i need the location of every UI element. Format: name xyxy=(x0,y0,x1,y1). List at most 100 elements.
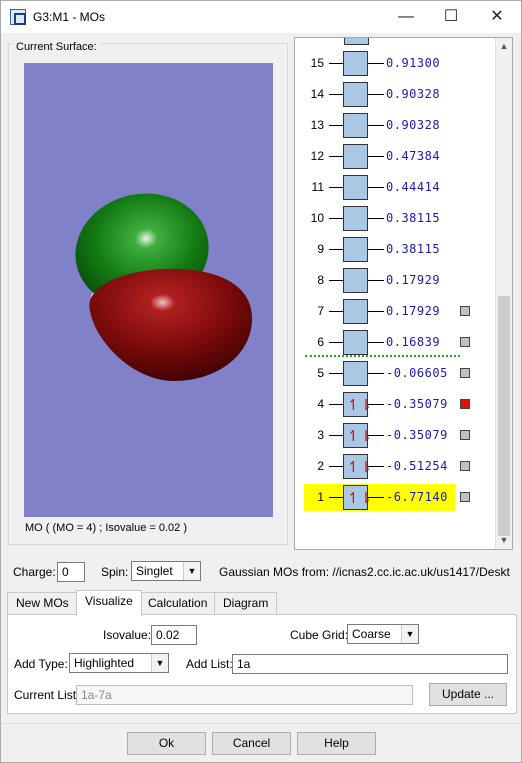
level-line xyxy=(329,280,343,281)
level-line xyxy=(329,466,343,467)
mo-level-box[interactable] xyxy=(343,82,368,107)
tab-calculation[interactable]: Calculation xyxy=(139,592,217,614)
mo-energy: -0.51254 xyxy=(386,459,448,473)
level-line xyxy=(368,156,384,157)
level-line xyxy=(329,94,343,95)
mo-energy: 0.38115 xyxy=(386,211,441,225)
mo-row[interactable]: 13 0.90328 xyxy=(300,113,490,139)
mo-row[interactable]: 10 0.38115 xyxy=(300,206,490,232)
mo-level-box[interactable]: ↿⇂ xyxy=(343,392,372,417)
level-line xyxy=(368,125,384,126)
add-type-label: Add Type: xyxy=(14,657,68,671)
mo-level-box[interactable] xyxy=(343,206,368,231)
level-line xyxy=(368,280,384,281)
update-button[interactable]: Update ... xyxy=(429,683,507,706)
mo-select-checkbox[interactable] xyxy=(460,368,470,378)
level-line xyxy=(368,187,384,188)
mo-row[interactable]: 5 -0.06605 xyxy=(300,361,490,387)
electron-pair-icon: ↿⇂ xyxy=(347,427,373,445)
current-list-field[interactable]: 1a-7a xyxy=(76,685,413,705)
mo-select-checkbox[interactable] xyxy=(460,306,470,316)
mo-level-box[interactable] xyxy=(343,268,368,293)
scroll-up-arrow-icon[interactable]: ▲ xyxy=(496,38,512,55)
mo-number: 9 xyxy=(317,242,324,256)
mo-row[interactable]: 14 0.90328 xyxy=(300,82,490,108)
ok-button[interactable]: Ok xyxy=(127,732,206,755)
mo-level-box[interactable] xyxy=(343,237,368,262)
mo-energy: -6.77140 xyxy=(386,490,448,504)
level-line xyxy=(368,435,384,436)
window-title: G3:M1 - MOs xyxy=(33,10,106,24)
mo-select-checkbox[interactable] xyxy=(460,461,470,471)
mo-level-box[interactable] xyxy=(344,38,369,45)
mo-row[interactable]: 4 ↿⇂ -0.35079 xyxy=(300,392,490,418)
negative-lobe xyxy=(89,268,253,381)
mo-level-box[interactable] xyxy=(343,299,368,324)
level-line xyxy=(329,125,343,126)
mo-level-box[interactable] xyxy=(343,175,368,200)
mo-number: 5 xyxy=(317,366,324,380)
electron-pair-icon: ↿⇂ xyxy=(347,458,373,476)
cancel-button[interactable]: Cancel xyxy=(212,732,291,755)
close-button[interactable]: ✕ xyxy=(474,1,520,33)
mo-row[interactable]: 2 ↿⇂ -0.51254 xyxy=(300,454,490,480)
mo-energy: 0.17929 xyxy=(386,304,441,318)
mo-select-checkbox[interactable] xyxy=(460,430,470,440)
mo-row[interactable]: 6 0.16839 xyxy=(300,330,490,356)
mo-select-checkbox[interactable] xyxy=(460,492,470,502)
scroll-thumb[interactable] xyxy=(498,296,510,536)
spin-select[interactable]: Singlet ▼ xyxy=(131,561,201,581)
scroll-down-arrow-icon[interactable]: ▼ xyxy=(496,532,512,549)
orbital-viewport[interactable] xyxy=(24,63,273,517)
level-line xyxy=(329,342,343,343)
isovalue-label: Isovalue: xyxy=(103,628,152,642)
mo-level-box[interactable]: ↿⇂ xyxy=(343,454,372,479)
mo-level-box[interactable] xyxy=(343,361,368,386)
mo-energy: 0.38115 xyxy=(386,242,441,256)
mo-select-checkbox[interactable] xyxy=(460,337,470,347)
add-list-field[interactable]: 1a xyxy=(232,654,508,674)
level-line xyxy=(329,187,343,188)
tab-visualize[interactable]: Visualize xyxy=(76,590,142,616)
mo-row[interactable]: 1 ↿⇂ -6.77140 xyxy=(300,485,490,511)
mo-level-box[interactable]: ↿⇂ xyxy=(343,485,372,510)
mo-row[interactable]: 3 ↿⇂ -0.35079 xyxy=(300,423,490,449)
minimize-button[interactable]: — xyxy=(383,1,429,33)
mo-list-scrollbar[interactable]: ▲ ▼ xyxy=(495,38,512,549)
add-list-label: Add List: xyxy=(186,657,233,671)
mo-number: 12 xyxy=(310,149,324,163)
maximize-button[interactable]: ☐ xyxy=(428,1,474,33)
cube-grid-select[interactable]: Coarse ▼ xyxy=(347,624,419,644)
mo-level-box[interactable] xyxy=(343,51,368,76)
mo-energy: -0.35079 xyxy=(386,428,448,442)
level-line xyxy=(368,218,384,219)
gaussian-source-path: Gaussian MOs from: //icnas2.cc.ic.ac.uk/… xyxy=(219,565,510,579)
isovalue-field[interactable]: 0.02 xyxy=(151,625,197,645)
mo-row[interactable]: 8 0.17929 xyxy=(300,268,490,294)
charge-field[interactable]: 0 xyxy=(57,562,85,582)
mo-row[interactable]: 7 0.17929 xyxy=(300,299,490,325)
mo-level-box[interactable]: ↿⇂ xyxy=(343,423,372,448)
spin-value: Singlet xyxy=(136,564,173,578)
mo-row[interactable]: 11 0.44414 xyxy=(300,175,490,201)
help-button[interactable]: Help xyxy=(297,732,376,755)
mo-row[interactable]: 12 0.47384 xyxy=(300,144,490,170)
level-line xyxy=(368,94,384,95)
tab-new-mos[interactable]: New MOs xyxy=(7,592,78,614)
tab-diagram[interactable]: Diagram xyxy=(214,592,278,614)
mo-level-box[interactable] xyxy=(343,113,368,138)
mo-level-box[interactable] xyxy=(343,330,368,355)
mo-row[interactable]: 15 0.91300 xyxy=(300,51,490,77)
mo-number: 14 xyxy=(310,87,324,101)
add-type-select[interactable]: Highlighted ▼ xyxy=(69,653,169,673)
mo-energy: -0.35079 xyxy=(386,397,448,411)
mo-level-box[interactable] xyxy=(343,144,368,169)
level-line xyxy=(329,435,343,436)
mo-row[interactable]: 9 0.38115 xyxy=(300,237,490,263)
mo-number: 3 xyxy=(317,428,324,442)
mo-select-checkbox[interactable] xyxy=(460,399,470,409)
mo-number: 15 xyxy=(310,56,324,70)
mo-number: 8 xyxy=(317,273,324,287)
app-icon xyxy=(10,9,26,25)
title-bar: G3:M1 - MOs — ☐ ✕ xyxy=(1,1,521,33)
